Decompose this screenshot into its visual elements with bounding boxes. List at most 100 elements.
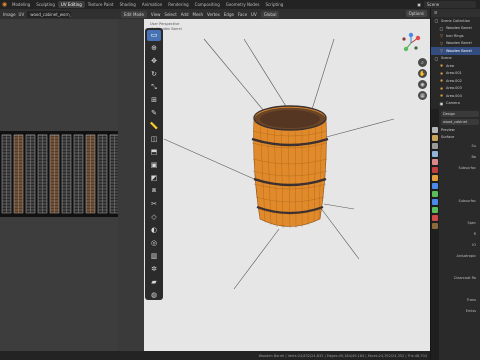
perspective-toggle-icon[interactable]: ▦ (418, 91, 427, 100)
add-cube-tool-icon[interactable]: ◫ (147, 134, 161, 145)
loop-cut-tool-icon[interactable]: ⧈ (147, 185, 161, 196)
spin-tool-icon[interactable]: ◐ (147, 224, 161, 235)
outliner-panel[interactable]: ☰ ▢ Scene Collection ▢ Wooden Barrel ▽ Iron R… (430, 9, 480, 113)
data-tab-icon[interactable] (432, 207, 438, 213)
image-selector[interactable]: wood_cabinet_worn_long (27, 10, 72, 18)
outliner-filter-icon[interactable]: ☰ (434, 11, 437, 15)
transform-tool-icon[interactable]: ⊞ (147, 95, 161, 106)
menu-view[interactable]: View (151, 12, 161, 17)
workspace-tab[interactable]: Sculpting (33, 1, 58, 8)
workspace-tab[interactable]: Modeling (9, 1, 33, 8)
workspace-tab[interactable]: Animation (139, 1, 165, 8)
menu-select[interactable]: Select (164, 12, 176, 17)
scene-tab-icon[interactable] (432, 159, 438, 165)
knife-tool-icon[interactable]: ✂ (147, 198, 161, 209)
menu-face[interactable]: Face (238, 12, 247, 17)
outliner-item[interactable]: ▽ Wooden Barrel (431, 40, 480, 48)
annotate-tool-icon[interactable]: ✎ (147, 108, 161, 119)
tool-tab-icon[interactable] (432, 127, 438, 133)
uv-texture-canvas[interactable] (0, 131, 118, 217)
section-preview[interactable]: Preview (441, 127, 479, 134)
orientation-selector[interactable]: Global (260, 10, 280, 18)
cursor-tool-icon[interactable]: ⊕ (147, 43, 161, 54)
modifier-tab-icon[interactable] (432, 183, 438, 189)
edge-slide-tool-icon[interactable]: ▥ (147, 250, 161, 261)
poly-build-tool-icon[interactable]: ◇ (147, 211, 161, 222)
outliner-item[interactable]: ✹ Area.004 (431, 92, 480, 100)
bevel-tool-icon[interactable]: ◩ (147, 172, 161, 183)
workspace-tab[interactable]: Geometry Nodes (223, 1, 263, 8)
rip-tool-icon[interactable]: ◍ (147, 289, 161, 300)
workspace-tab[interactable]: Scripting (263, 1, 287, 8)
outliner-tree: ▢ Scene Collection ▢ Wooden Barrel ▽ Iron Rin… (431, 17, 480, 115)
texture-tab-icon[interactable] (432, 223, 438, 229)
outliner-item[interactable]: ✹ Area.003 (431, 85, 480, 93)
property-label (441, 174, 479, 185)
zoom-icon[interactable]: ⌕ (418, 58, 427, 67)
viewport-canvas[interactable] (144, 19, 430, 351)
uv-menu-uv[interactable]: UV (19, 12, 25, 17)
pan-hand-icon[interactable]: ✋ (418, 69, 427, 78)
particles-tab-icon[interactable] (432, 191, 438, 197)
menu-vertex[interactable]: Vertex (207, 12, 220, 17)
shrink-fatten-tool-icon[interactable]: ✲ (147, 263, 161, 274)
section-surface[interactable]: Surface (441, 134, 479, 141)
outliner-item[interactable]: ▢ Wooden Barrel (431, 25, 480, 33)
outliner-item[interactable]: ✹ Area (431, 62, 480, 70)
menu-edge[interactable]: Edge (224, 12, 234, 17)
workspace-tab[interactable]: Shading (117, 1, 139, 8)
outliner-item[interactable]: ▣ Camera (431, 100, 480, 108)
property-label: Subsurfac (458, 199, 476, 203)
material-slot[interactable]: Design (441, 111, 479, 117)
outliner-item[interactable]: ✹ Area.002 (431, 77, 480, 85)
world-tab-icon[interactable] (432, 167, 438, 173)
property-label: Anisotropic (456, 254, 476, 258)
scene-selector[interactable]: Scene (424, 1, 476, 8)
options-button[interactable]: Options (405, 10, 427, 17)
scale-tool-icon[interactable]: ⤡ (147, 82, 161, 93)
outliner-item-label: Area.004 (446, 93, 462, 98)
move-tool-icon[interactable]: ✥ (147, 56, 161, 67)
object-tab-icon[interactable] (432, 175, 438, 181)
menu-add[interactable]: Add (181, 12, 189, 17)
workspace-tab[interactable]: UV Editing (57, 1, 85, 8)
3d-viewport[interactable]: Edit Mode View Select Add Mesh Vertex Ed… (118, 9, 430, 351)
workspace-tab[interactable]: Rendering (165, 1, 191, 8)
light-icon: ✹ (439, 63, 444, 69)
outliner-item[interactable]: ▽ Iron Rings (431, 32, 480, 40)
outliner-item[interactable]: ▢ Scene (431, 55, 480, 63)
light-icon: ✹ (439, 93, 444, 99)
blender-logo-icon[interactable]: ◉ (0, 0, 9, 9)
physics-tab-icon[interactable] (432, 199, 438, 205)
uv-menu-image[interactable]: Image (3, 12, 16, 17)
material-name-field[interactable]: wood_cabinet (441, 119, 479, 125)
outliner-item[interactable]: ▽ Wooden Barrel (431, 47, 480, 55)
menu-uv[interactable]: UV (251, 12, 257, 17)
property-label: IO (472, 243, 476, 247)
menu-mesh[interactable]: Mesh (193, 12, 204, 17)
uv-editor[interactable]: Image UV wood_cabinet_worn_long (0, 9, 118, 360)
extrude-tool-icon[interactable]: ⬒ (147, 147, 161, 158)
mode-selector[interactable]: Edit Mode (121, 10, 147, 18)
properties-panel[interactable]: Design wood_cabinet Preview Surface Su Ba… (430, 109, 480, 360)
output-tab-icon[interactable] (432, 143, 438, 149)
workspace-tab[interactable]: Texture Paint (85, 1, 117, 8)
shear-tool-icon[interactable]: ▰ (147, 276, 161, 287)
inset-tool-icon[interactable]: ▣ (147, 160, 161, 171)
camera-view-icon[interactable]: ◉ (418, 80, 427, 89)
measure-tool-icon[interactable]: 📏 (147, 121, 161, 132)
view-layer-tab-icon[interactable] (432, 151, 438, 157)
outliner-item[interactable]: ▢ Scene Collection (431, 17, 480, 25)
outliner-item[interactable]: ✹ Area.001 (431, 70, 480, 78)
workspace-tab[interactable]: Compositing (192, 1, 223, 8)
select-box-tool-icon[interactable]: ▭ (147, 30, 161, 41)
rotate-tool-icon[interactable]: ↻ (147, 69, 161, 80)
barrel-mesh[interactable] (251, 105, 329, 229)
smooth-tool-icon[interactable]: ◎ (147, 237, 161, 248)
navigation-gizmo[interactable] (400, 32, 422, 54)
material-tab-icon[interactable] (432, 215, 438, 221)
mesh-icon: ▽ (439, 40, 444, 46)
render-tab-icon[interactable] (432, 135, 438, 141)
outliner-item-label: Wooden Barrel (446, 26, 472, 31)
material-properties: Design wood_cabinet Preview Surface Su Ba… (439, 109, 480, 360)
